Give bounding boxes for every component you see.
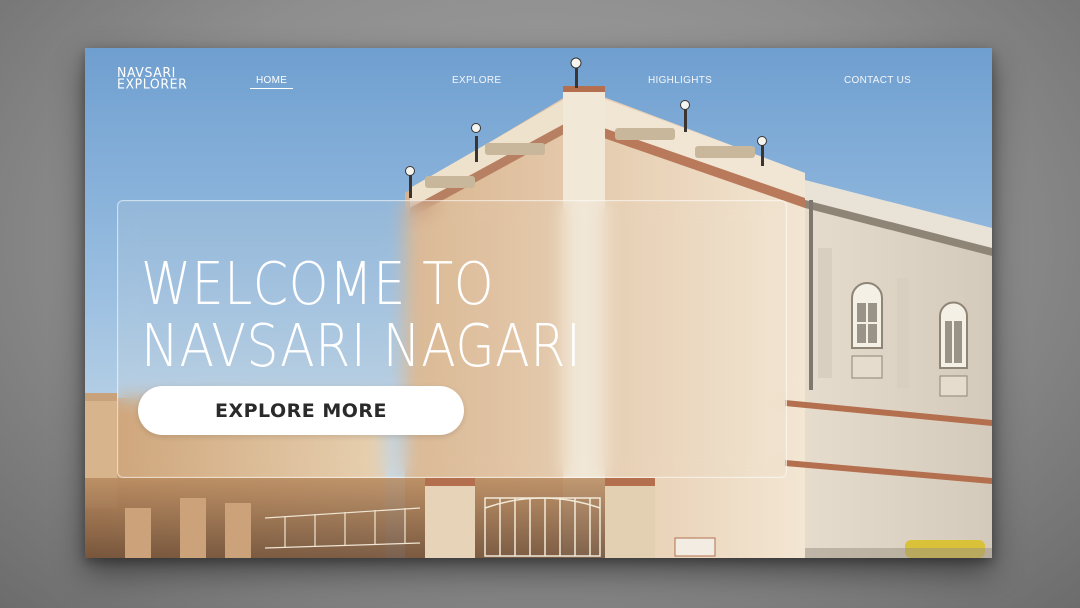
hero-headline-line-2: NAVSARI NAGARI xyxy=(141,311,582,380)
brand-line-2: EXPLORER xyxy=(117,75,188,92)
nav-item-contact-us[interactable]: CONTACT US xyxy=(844,75,911,86)
hero-card: NAVSARI EXPLORER HOME EXPLORE HIGHLIGHTS… xyxy=(85,48,992,558)
nav-item-highlights[interactable]: HIGHLIGHTS xyxy=(648,75,712,86)
hero-headline: WELCOME TO NAVSARI NAGARI xyxy=(141,253,581,377)
nav-active-indicator xyxy=(250,88,293,89)
nav-item-home[interactable]: HOME xyxy=(256,75,287,86)
brand-logo[interactable]: NAVSARI EXPLORER xyxy=(117,66,188,92)
hero-headline-line-1: WELCOME TO xyxy=(141,249,495,318)
explore-more-button[interactable]: EXPLORE MORE xyxy=(138,386,464,435)
top-navigation: NAVSARI EXPLORER HOME EXPLORE HIGHLIGHTS… xyxy=(85,48,992,118)
nav-item-explore[interactable]: EXPLORE xyxy=(452,75,501,86)
